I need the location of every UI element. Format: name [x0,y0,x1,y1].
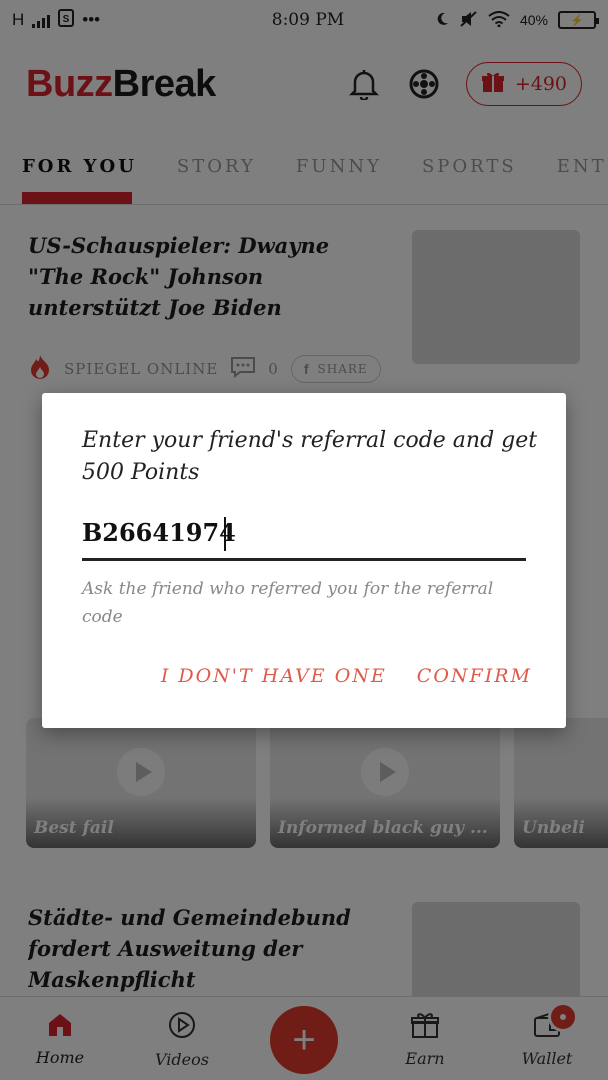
no-code-button[interactable]: I DON'T HAVE ONE [161,665,387,687]
dialog-actions: I DON'T HAVE ONE CONFIRM [161,665,532,687]
referral-dialog: Enter your friend's referral code and ge… [42,393,566,728]
text-caret [224,517,226,551]
dialog-hint: Ask the friend who referred you for the … [82,579,494,627]
confirm-button[interactable]: CONFIRM [417,665,532,687]
referral-code-input[interactable] [82,513,526,561]
dialog-title: Enter your friend's referral code and ge… [82,428,538,485]
